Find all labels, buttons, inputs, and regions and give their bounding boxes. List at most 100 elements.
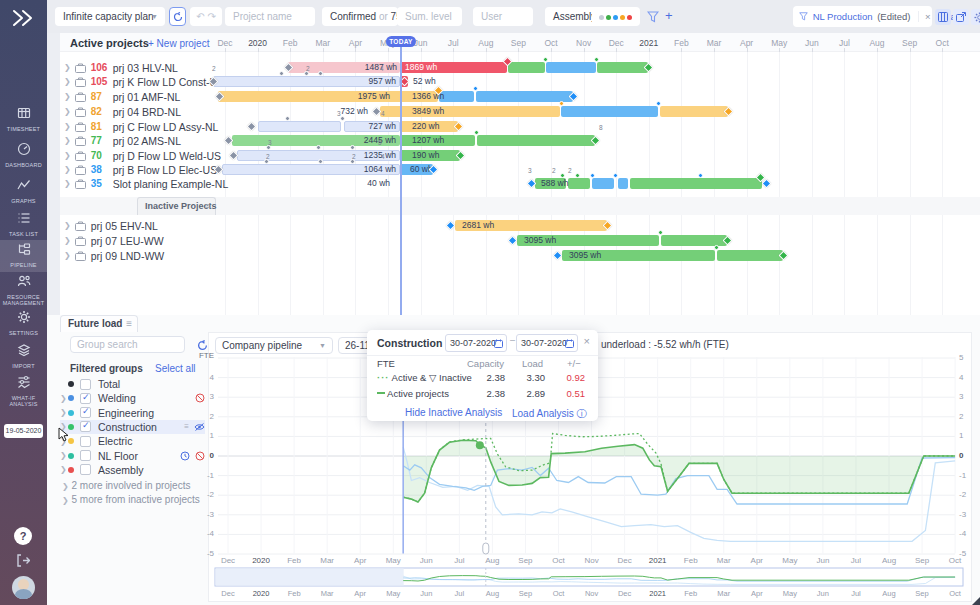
- help-button[interactable]: ?: [14, 527, 32, 545]
- chart-axis-label: Oct: [949, 556, 961, 565]
- saved-view-chip[interactable]: NL Production (Edited) × Save: [793, 6, 932, 27]
- what-if-analysis-icon: [17, 375, 31, 389]
- chart-axis-label: Sep: [915, 589, 928, 598]
- chart-axis-label: Oct: [949, 589, 961, 598]
- avatar[interactable]: [12, 576, 35, 599]
- group-load-popup: Construction 30-07-2020 – 30-07-2020 × F…: [367, 330, 598, 421]
- calendar-icon: [494, 339, 503, 348]
- chart-axis-label: Dec: [221, 589, 234, 598]
- chart-axis-label: Apr: [751, 556, 763, 565]
- chart-axis-label: May: [782, 556, 797, 565]
- sidebar-item-task-list[interactable]: TASK LIST: [0, 209, 47, 240]
- chart-axis-label: Feb: [287, 556, 301, 565]
- chart-axis-label: 2020: [253, 589, 270, 598]
- pipeline-source-select[interactable]: Company pipeline▼: [215, 337, 333, 354]
- popup-close-icon[interactable]: ×: [584, 335, 590, 347]
- chart-axis-label: Oct: [553, 589, 565, 598]
- chart-axis-label: 2021: [649, 556, 667, 565]
- current-date-badge: 19-05-2020: [4, 424, 43, 438]
- chart-axis-label: Feb: [684, 556, 698, 565]
- sidebar-item-timesheet[interactable]: TIMESHEET: [0, 104, 47, 138]
- task-list-icon: [17, 211, 31, 225]
- user-input[interactable]: User: [473, 7, 533, 26]
- chart-axis-label: Jun: [420, 589, 432, 598]
- chart-axis-label: Jul: [851, 589, 861, 598]
- chart-axis-label: 4: [959, 373, 963, 382]
- chart-axis-label: FTE: [199, 351, 214, 360]
- chart-axis-label: Mar: [321, 589, 334, 598]
- chart-axis-label: Feb: [684, 589, 697, 598]
- popup-series-row: ··· Active & ▽ Inactive2.383.300.92: [367, 371, 598, 387]
- sidebar-item-settings[interactable]: SETTINGS: [0, 308, 47, 341]
- board-view-button[interactable]: [935, 9, 951, 25]
- chart-axis-label: Apr: [751, 589, 763, 598]
- chart-axis-label: Mar: [717, 556, 731, 565]
- plan-select[interactable]: Infinite capacity plan ▼: [55, 7, 165, 26]
- chart-axis-label: Nov: [585, 589, 598, 598]
- open-external-button[interactable]: [953, 9, 969, 25]
- resource-management-icon: [17, 274, 31, 288]
- top-toolbar: Infinite capacity plan ▼ ↶ ↷ Project nam…: [47, 0, 980, 33]
- popup-title: Construction: [377, 337, 442, 349]
- import-icon: [17, 343, 31, 357]
- underload-summary: underload : -5.52 wh/h (FTE): [601, 339, 729, 350]
- chart-axis-label: Apr: [354, 589, 366, 598]
- chart-axis-label: Mar: [320, 556, 334, 565]
- sidebar-item-graphs[interactable]: GRAPHS: [0, 176, 47, 207]
- settings-icon: [17, 310, 31, 324]
- close-view-icon[interactable]: ×: [918, 11, 931, 22]
- undo-icon[interactable]: ↶: [196, 11, 204, 22]
- dashboard-icon: [17, 142, 31, 156]
- logout-icon[interactable]: [16, 554, 30, 567]
- chart-axis-label: Jul: [455, 589, 465, 598]
- chart-axis-label: Jul: [851, 556, 861, 565]
- chart-axis-label: -3: [959, 510, 966, 519]
- sidebar-item-pipeline[interactable]: PIPELINE: [0, 240, 47, 272]
- graphs-icon: [17, 178, 31, 192]
- chart-axis-label: 1: [210, 431, 214, 440]
- settings-gear-button[interactable]: [971, 9, 980, 25]
- calendar-icon: [565, 339, 574, 348]
- refresh-button[interactable]: [169, 7, 186, 26]
- chart-axis-label: Dec: [617, 556, 631, 565]
- chart-axis-label: Dec: [618, 589, 631, 598]
- status-dots-chip[interactable]: [592, 7, 640, 26]
- chart-axis-label: May: [386, 589, 400, 598]
- app-logo: [11, 8, 37, 28]
- sidebar: TIMESHEETDASHBOARDGRAPHSTASK LISTPIPELIN…: [0, 0, 47, 605]
- chart-axis-label: Aug: [485, 556, 499, 565]
- chart-axis-label: Jun: [817, 589, 829, 598]
- chart-axis-label: Sep: [915, 556, 929, 565]
- add-filter-button[interactable]: +: [665, 8, 673, 23]
- chart-axis-label: -5: [207, 549, 214, 558]
- chart-axis-label: 2: [959, 412, 963, 421]
- chart-axis-label: 2021: [649, 589, 666, 598]
- confirmed-filter-chip[interactable]: Confirmed or 75%: [322, 7, 398, 26]
- hide-inactive-link[interactable]: Hide Inactive Analysis: [405, 407, 502, 418]
- sidebar-item-dashboard[interactable]: DASHBOARD: [0, 140, 47, 174]
- undo-redo-group[interactable]: ↶ ↷: [190, 7, 222, 26]
- project-name-input[interactable]: Project name: [225, 7, 315, 26]
- popup-date-start[interactable]: 30-07-2020: [445, 334, 507, 352]
- load-analysis-link[interactable]: Load Analysis ⓘ: [512, 407, 587, 421]
- chart-axis-label: Oct: [552, 556, 564, 565]
- view-funnel-icon: [799, 12, 808, 21]
- sidebar-item-resource-management[interactable]: RESOURCEMANAGEMENT: [0, 272, 47, 308]
- redo-icon[interactable]: ↷: [207, 11, 215, 22]
- sidebar-item-what-if-analysis[interactable]: WHAT-IFANALYSIS: [0, 373, 47, 409]
- chart-axis-label: -2: [959, 490, 966, 499]
- chart-axis-label: -3: [207, 510, 214, 519]
- chart-axis-label: Sep: [519, 589, 532, 598]
- chart-axis-label: 4: [210, 373, 214, 382]
- future-load-chart: [0, 0, 980, 605]
- chart-axis-label: Aug: [486, 589, 499, 598]
- sum-level-input[interactable]: Sum. level: [397, 7, 462, 26]
- chart-axis-label: May: [386, 556, 401, 565]
- chart-axis-label: Jul: [454, 556, 464, 565]
- sidebar-item-import[interactable]: IMPORT: [0, 341, 47, 373]
- chart-axis-label: 5: [959, 353, 963, 362]
- filter-funnel-icon[interactable]: [647, 11, 659, 23]
- chart-axis-label: 2020: [252, 556, 270, 565]
- chart-axis-label: Jun: [816, 556, 829, 565]
- popup-date-end[interactable]: 30-07-2020: [516, 334, 578, 352]
